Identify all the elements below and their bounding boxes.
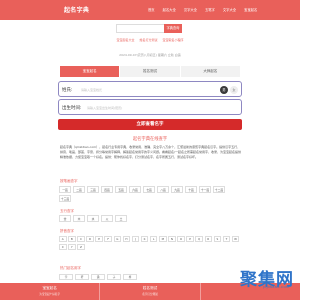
- wuxing-section-label: 五行查字: [60, 209, 74, 213]
- popular-item[interactable]: 子: [107, 274, 121, 280]
- pinyin-item[interactable]: E: [95, 236, 103, 242]
- pinyin-item[interactable]: H: [122, 236, 131, 242]
- pinyin-item[interactable]: N: [168, 236, 176, 242]
- popular-item[interactable]: 轩: [75, 274, 89, 280]
- tab-baby-naming[interactable]: 宝宝起名: [60, 66, 121, 77]
- bottom-item-subtitle: 为宝宝起个好名字: [39, 293, 61, 296]
- stroke-item[interactable]: 十一画: [199, 186, 211, 193]
- site-logo[interactable]: 起名字典: [64, 5, 89, 14]
- pinyin-section-label: 拼音查字: [60, 229, 74, 233]
- gender-selector: 男 女: [220, 85, 238, 94]
- search-input[interactable]: [116, 24, 164, 33]
- popular-item[interactable]: 宇: [59, 274, 73, 280]
- stroke-item[interactable]: 六画: [129, 186, 141, 193]
- pinyin-item[interactable]: B: [68, 236, 76, 242]
- pinyin-item[interactable]: T: [222, 236, 231, 242]
- stroke-item[interactable]: 七画: [143, 186, 155, 193]
- pinyin-item[interactable]: P: [186, 236, 194, 242]
- nav-item-baby-naming[interactable]: 宝宝起名: [244, 7, 257, 12]
- surname-label: 姓氏:: [62, 87, 73, 93]
- wuxing-item-metal[interactable]: 金: [59, 215, 71, 222]
- stroke-grid: 一画 二画 三画 四画 五画 六画 七画 八画 九画 十画 十一画 十二画 十三…: [59, 186, 243, 204]
- nav-item-text[interactable]: 文字大全: [223, 7, 236, 12]
- tab-master-naming[interactable]: 大师起名: [180, 66, 241, 77]
- bottom-item-name-test[interactable]: 姓名测试 名字打分测试: [100, 283, 201, 300]
- nav-item-wubi[interactable]: 五笔字: [205, 7, 215, 12]
- pinyin-item[interactable]: A: [59, 236, 67, 242]
- top-navbar: 起名字典 首页 起名大全 汉字大全 五笔字 文字大全 宝宝起名: [0, 0, 300, 20]
- birth-time-field[interactable]: 出生时间: 请输入宝宝出生时间(阳历): [58, 99, 242, 115]
- bottom-item-title: 姓名测试: [142, 286, 158, 290]
- wuxing-row: 金 木 水 火 土: [59, 215, 127, 222]
- stroke-item[interactable]: 二画: [73, 186, 85, 193]
- pinyin-item[interactable]: Y: [68, 244, 76, 250]
- link-mini-program[interactable]: 宝宝取名小程序: [162, 38, 183, 42]
- pinyin-item[interactable]: D: [86, 236, 94, 242]
- pinyin-item[interactable]: O: [177, 236, 185, 242]
- popular-section-label: 热门起名用字: [60, 266, 81, 270]
- stroke-item[interactable]: 八画: [157, 186, 169, 193]
- pinyin-grid: A B C D E F G H J K L M N O P Q R S T W …: [59, 236, 243, 252]
- popular-row: 宇 轩 涵 子 梓: [59, 274, 137, 280]
- stroke-item[interactable]: 一画: [59, 186, 71, 193]
- surname-field[interactable]: 姓氏: 请输入宝宝姓氏 男 女: [58, 81, 242, 97]
- wuxing-item-water[interactable]: 水: [87, 215, 99, 222]
- quick-links: 宝宝起名大全 姓名打分测试 宝宝取名小程序: [0, 38, 300, 42]
- wuxing-item-fire[interactable]: 火: [101, 215, 113, 222]
- stroke-item[interactable]: 十二画: [213, 186, 225, 193]
- wuxing-item-earth[interactable]: 土: [115, 215, 127, 222]
- nav-item-chars[interactable]: 汉字大全: [184, 7, 197, 12]
- gender-female-toggle[interactable]: 女: [230, 85, 238, 94]
- link-name-test[interactable]: 姓名打分测试: [139, 38, 157, 42]
- wuxing-item-wood[interactable]: 木: [73, 215, 85, 222]
- pinyin-item[interactable]: J: [131, 236, 140, 242]
- pinyin-item[interactable]: Z: [77, 244, 85, 250]
- stroke-item[interactable]: 九画: [171, 186, 183, 193]
- search-bar: 字典查询: [116, 24, 182, 33]
- nav-item-names[interactable]: 起名大全: [163, 7, 176, 12]
- bottom-item-subtitle: 名字打分测试: [142, 293, 158, 296]
- tab-name-test[interactable]: 姓名测试: [120, 66, 181, 77]
- stroke-item[interactable]: 五画: [115, 186, 127, 193]
- pinyin-item[interactable]: R: [204, 236, 212, 242]
- pinyin-item[interactable]: M: [159, 236, 167, 242]
- stroke-item[interactable]: 四画: [101, 186, 113, 193]
- intro-title: 起名字典在线查字: [132, 137, 168, 142]
- stroke-item[interactable]: 十三画: [59, 195, 71, 202]
- nav-item-home[interactable]: 首页: [148, 7, 155, 12]
- naming-tabs: 宝宝起名 姓名测试 大师起名: [60, 66, 241, 77]
- date-display: 2024-09-07(农历八月初五) 星期六 立秋 白露: [119, 53, 181, 57]
- birth-label: 出生时间:: [62, 105, 82, 111]
- pinyin-item[interactable]: G: [113, 236, 122, 242]
- popular-item[interactable]: 涵: [91, 274, 105, 280]
- stroke-item[interactable]: 三画: [87, 186, 99, 193]
- gender-male-toggle[interactable]: 男: [220, 85, 228, 94]
- surname-placeholder: 请输入宝宝姓氏: [81, 87, 103, 92]
- main-nav: 首页 起名大全 汉字大全 五笔字 文字大全 宝宝起名: [148, 7, 265, 12]
- pinyin-item[interactable]: F: [104, 236, 112, 242]
- pinyin-item[interactable]: C: [77, 236, 85, 242]
- pinyin-item[interactable]: Q: [195, 236, 203, 242]
- birth-placeholder: 请输入宝宝出生时间(阳历): [87, 105, 123, 110]
- popular-item[interactable]: 梓: [123, 274, 137, 280]
- pinyin-item[interactable]: K: [140, 236, 149, 242]
- pinyin-item[interactable]: W: [231, 236, 240, 242]
- intro-text: 起名字典（qmzidian.com），起名行业专用字典，收录常用、准确、完全字八…: [60, 145, 242, 160]
- bottom-item-title: 宝宝起名: [42, 286, 57, 290]
- watermark-subtext: JUJIWANG.COM: [263, 285, 289, 289]
- pinyin-item[interactable]: X: [59, 244, 67, 250]
- stroke-item[interactable]: 十画: [185, 186, 197, 193]
- search-button[interactable]: 字典查询: [164, 24, 182, 33]
- pinyin-item[interactable]: L: [149, 236, 158, 242]
- pinyin-item[interactable]: S: [213, 236, 222, 242]
- submit-button[interactable]: 立即查看名字: [58, 119, 242, 130]
- link-baby-names[interactable]: 宝宝起名大全: [117, 38, 135, 42]
- stroke-section-label: 按笔画查字: [60, 179, 78, 183]
- bottom-item-baby-naming[interactable]: 宝宝起名 为宝宝起个好名字: [0, 283, 101, 300]
